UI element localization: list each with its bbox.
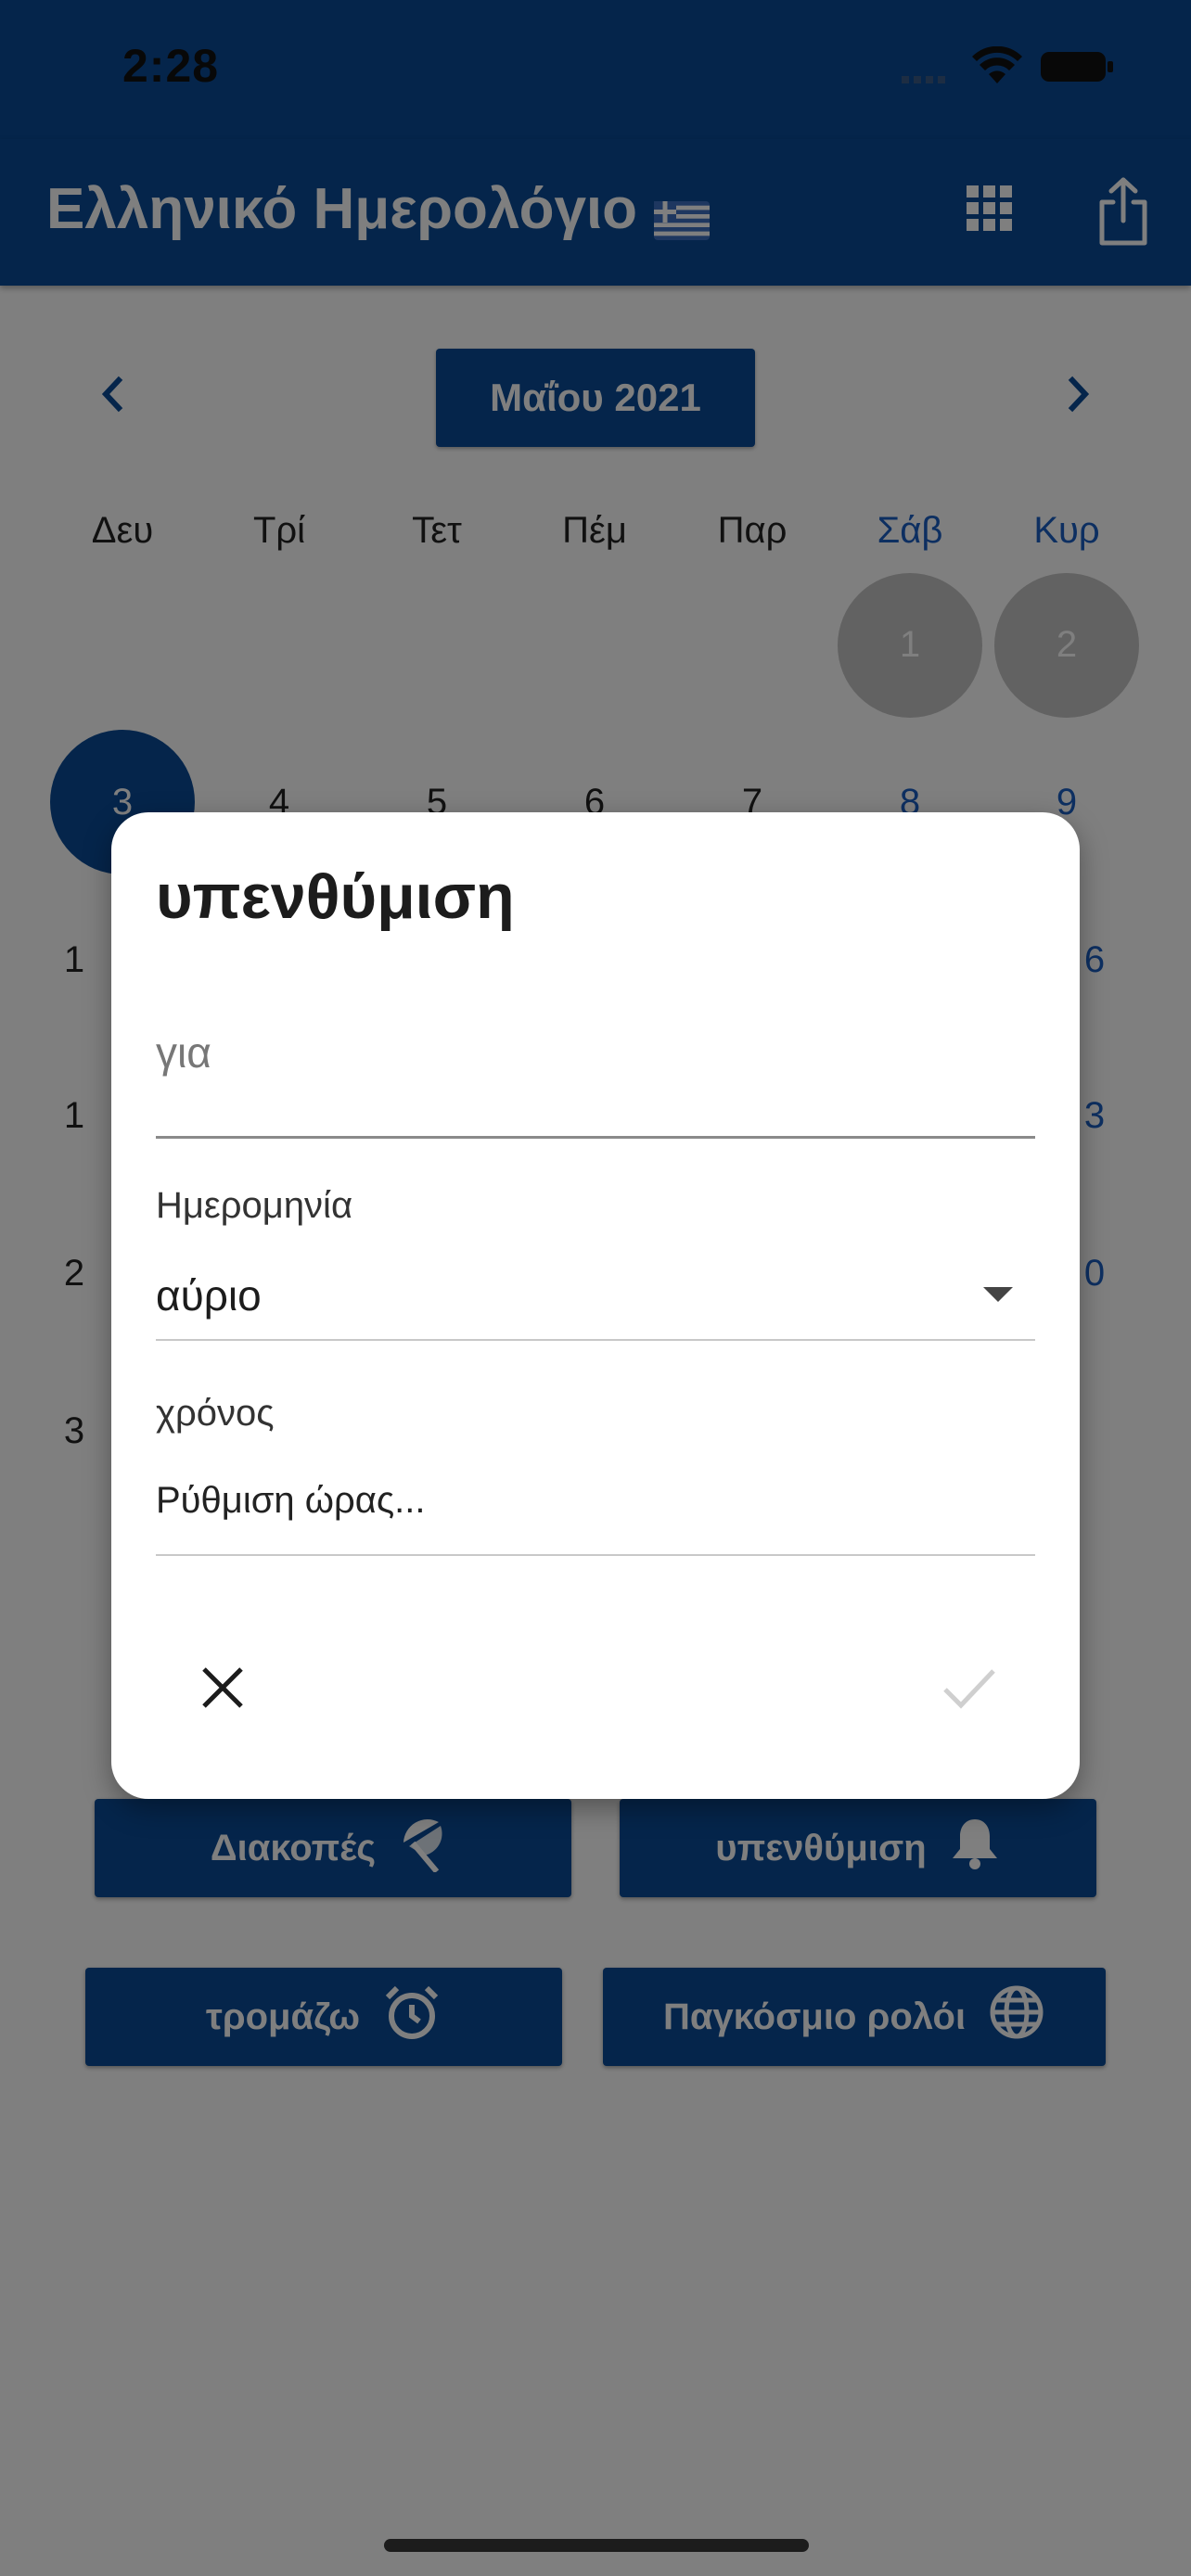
date-select[interactable]: αύριο	[156, 1270, 262, 1320]
chevron-down-icon[interactable]	[981, 1285, 1015, 1304]
reminder-dialog: υπενθύμιση για Ημερομηνία αύριο χρόνος Ρ…	[111, 812, 1080, 1799]
for-input-underline	[156, 1136, 1035, 1139]
time-label: χρόνος	[156, 1393, 275, 1434]
close-icon[interactable]	[181, 1646, 264, 1729]
date-select-underline	[156, 1339, 1035, 1341]
dialog-title: υπενθύμιση	[156, 861, 515, 932]
home-indicator[interactable]	[384, 2539, 809, 2552]
time-picker[interactable]: Ρύθμιση ώρας...	[156, 1480, 426, 1522]
time-picker-underline	[156, 1554, 1035, 1556]
confirm-check-icon[interactable]	[928, 1646, 1011, 1729]
date-label: Ημερομηνία	[156, 1185, 353, 1226]
for-input[interactable]: για	[156, 1027, 211, 1078]
